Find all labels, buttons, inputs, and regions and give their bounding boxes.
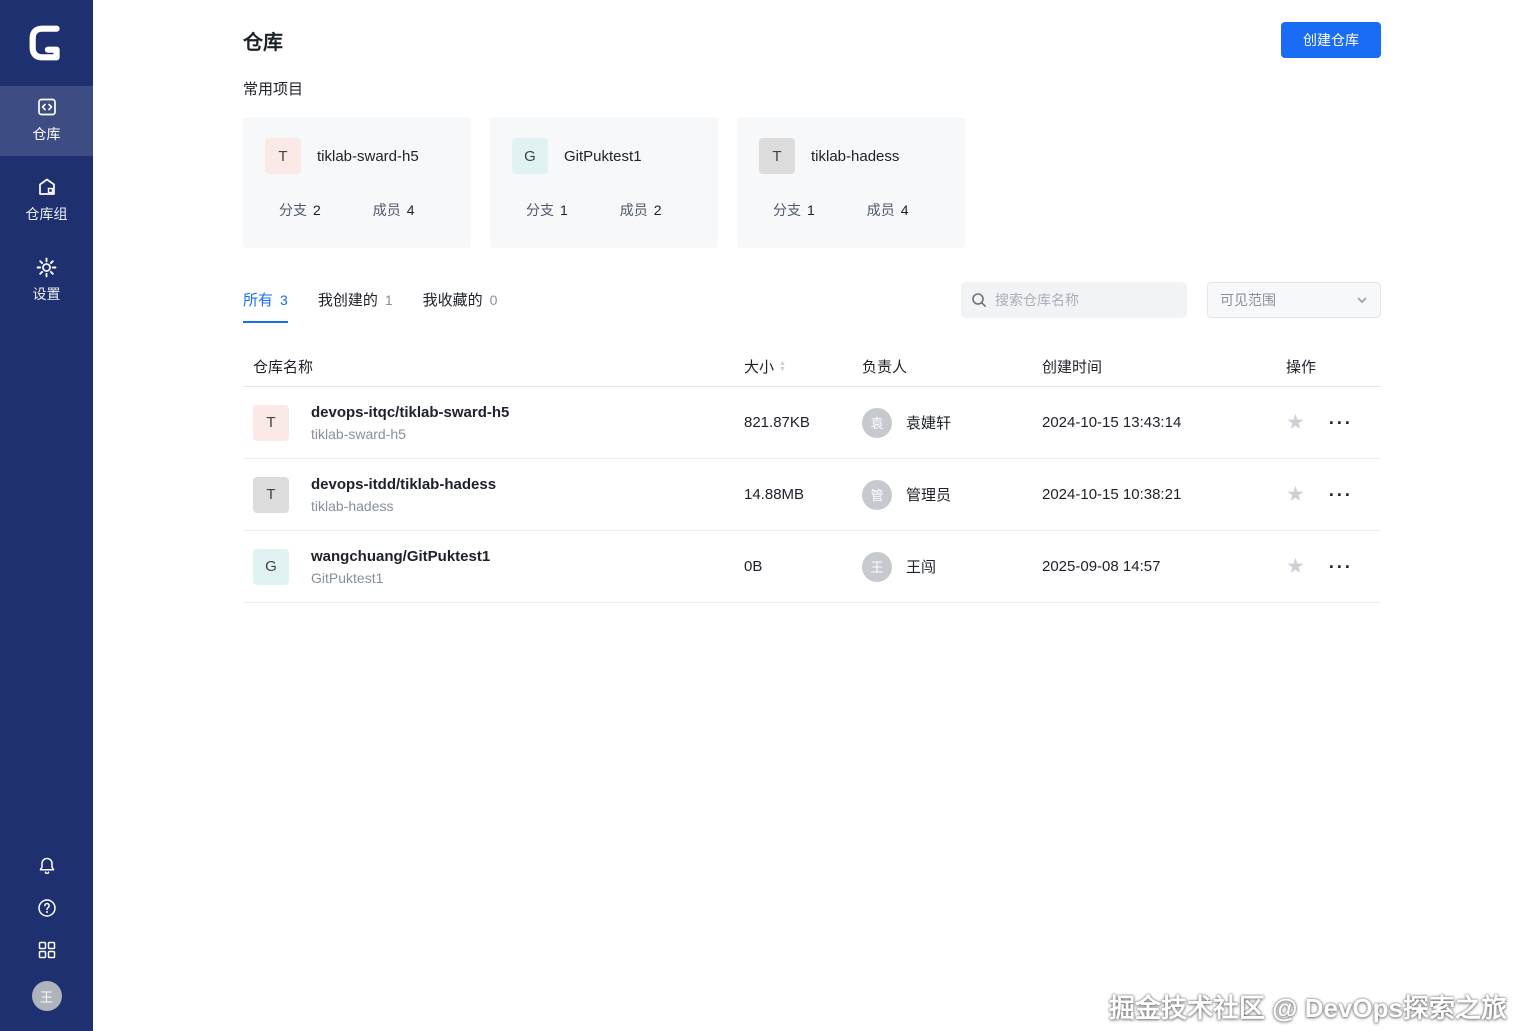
search-input[interactable] xyxy=(995,292,1177,308)
common-projects-cards: T tiklab-sward-h5 分支2 成员4 G GitPuktest1 … xyxy=(243,117,1381,248)
more-actions-icon[interactable]: ··· xyxy=(1329,486,1353,504)
sidebar-item-settings[interactable]: 设置 xyxy=(0,246,93,316)
search-icon xyxy=(971,292,987,308)
repo-initial-icon: G xyxy=(253,549,289,585)
tabs-and-filters: 所有 3 我创建的 1 我收藏的 0 xyxy=(243,282,1381,323)
repo-size: 14.88MB xyxy=(734,486,852,503)
project-name: tiklab-hadess xyxy=(811,148,899,165)
tab-starred-by-me[interactable]: 我收藏的 0 xyxy=(423,289,498,323)
logo-icon xyxy=(26,22,68,64)
col-created: 创建时间 xyxy=(1032,356,1276,377)
app-root: 仓库 仓库组 xyxy=(0,0,1531,1031)
member-stat: 成员4 xyxy=(373,200,415,220)
branch-stat: 分支1 xyxy=(773,200,815,220)
member-stat: 成员4 xyxy=(867,200,909,220)
repo-name-link[interactable]: devops-itqc/tiklab-sward-h5 xyxy=(311,404,509,421)
member-stat: 成员2 xyxy=(620,200,662,220)
page-title: 仓库 xyxy=(243,26,283,55)
repo-name-link[interactable]: wangchuang/GitPuktest1 xyxy=(311,548,490,565)
help-icon[interactable] xyxy=(36,897,58,919)
tab-created-by-me[interactable]: 我创建的 1 xyxy=(318,289,393,323)
project-card[interactable]: T tiklab-sward-h5 分支2 成员4 xyxy=(243,117,471,248)
col-size: 大小 ▲ ▼ xyxy=(734,356,852,377)
gear-icon xyxy=(36,256,58,278)
owner-avatar: 管 xyxy=(862,480,892,510)
repo-subtitle: tiklab-sward-h5 xyxy=(311,426,509,442)
project-name: tiklab-sward-h5 xyxy=(317,148,419,165)
project-name: GitPuktest1 xyxy=(564,148,642,165)
table-row[interactable]: T devops-itdd/tiklab-hadess tiklab-hades… xyxy=(243,459,1381,531)
branch-stat: 分支1 xyxy=(526,200,568,220)
project-initial-icon: T xyxy=(759,138,795,174)
sort-icon[interactable]: ▲ ▼ xyxy=(779,361,786,373)
main-area: 仓库 创建仓库 常用项目 T tiklab-sward-h5 分支2 成员4 xyxy=(93,0,1531,1031)
sidebar-nav: 仓库 仓库组 xyxy=(0,86,93,316)
apps-grid-icon[interactable] xyxy=(36,939,58,961)
owner-name: 王闯 xyxy=(906,556,936,577)
app-logo[interactable] xyxy=(0,0,93,86)
repo-group-icon xyxy=(36,176,58,198)
project-card[interactable]: G GitPuktest1 分支1 成员2 xyxy=(490,117,718,248)
project-initial-icon: G xyxy=(512,138,548,174)
repo-table: 仓库名称 大小 ▲ ▼ 负责人 创建时间 操作 T xyxy=(243,347,1381,603)
star-icon[interactable]: ★ xyxy=(1286,556,1305,577)
more-actions-icon[interactable]: ··· xyxy=(1329,558,1353,576)
star-icon[interactable]: ★ xyxy=(1286,484,1305,505)
more-actions-icon[interactable]: ··· xyxy=(1329,414,1353,432)
tab-all[interactable]: 所有 3 xyxy=(243,289,288,323)
sidebar-item-label: 仓库组 xyxy=(26,204,68,224)
owner-name: 管理员 xyxy=(906,484,951,505)
sidebar-item-repo-groups[interactable]: 仓库组 xyxy=(0,166,93,236)
project-initial-icon: T xyxy=(265,138,301,174)
repo-initial-icon: T xyxy=(253,477,289,513)
repo-subtitle: GitPuktest1 xyxy=(311,570,490,586)
sidebar-item-repos[interactable]: 仓库 xyxy=(0,86,93,156)
project-card[interactable]: T tiklab-hadess 分支1 成员4 xyxy=(737,117,965,248)
star-icon[interactable]: ★ xyxy=(1286,412,1305,433)
repo-created-time: 2024-10-15 13:43:14 xyxy=(1032,414,1276,431)
sidebar-item-label: 仓库 xyxy=(33,124,61,144)
owner-name: 袁婕轩 xyxy=(906,412,951,433)
repo-subtitle: tiklab-hadess xyxy=(311,498,496,514)
create-repo-button[interactable]: 创建仓库 xyxy=(1281,22,1381,58)
bell-icon[interactable] xyxy=(36,855,58,877)
owner-avatar: 袁 xyxy=(862,408,892,438)
repo-size: 821.87KB xyxy=(734,414,852,431)
repo-icon xyxy=(36,96,58,118)
user-avatar[interactable]: 王 xyxy=(32,981,62,1011)
repo-initial-icon: T xyxy=(253,405,289,441)
col-owner: 负责人 xyxy=(852,356,1032,377)
repo-size: 0B xyxy=(734,558,852,575)
sidebar: 仓库 仓库组 xyxy=(0,0,93,1031)
common-projects-title: 常用项目 xyxy=(243,78,1381,99)
col-repo-name: 仓库名称 xyxy=(243,356,734,377)
col-actions: 操作 xyxy=(1276,356,1381,377)
visibility-scope-select[interactable]: 可见范围 xyxy=(1207,282,1381,318)
owner-avatar: 王 xyxy=(862,552,892,582)
repo-created-time: 2024-10-15 10:38:21 xyxy=(1032,486,1276,503)
table-header: 仓库名称 大小 ▲ ▼ 负责人 创建时间 操作 xyxy=(243,347,1381,387)
table-row[interactable]: T devops-itqc/tiklab-sward-h5 tiklab-swa… xyxy=(243,387,1381,459)
repo-created-time: 2025-09-08 14:57 xyxy=(1032,558,1276,575)
topbar: 仓库 创建仓库 xyxy=(243,0,1381,58)
search-box xyxy=(961,282,1187,318)
sidebar-bottom: 王 xyxy=(32,855,62,1031)
filters: 可见范围 xyxy=(961,282,1381,318)
repo-name-link[interactable]: devops-itdd/tiklab-hadess xyxy=(311,476,496,493)
chevron-down-icon xyxy=(1356,294,1368,306)
branch-stat: 分支2 xyxy=(279,200,321,220)
sidebar-item-label: 设置 xyxy=(33,284,61,304)
table-row[interactable]: G wangchuang/GitPuktest1 GitPuktest1 0B … xyxy=(243,531,1381,603)
tabs: 所有 3 我创建的 1 我收藏的 0 xyxy=(243,289,497,323)
